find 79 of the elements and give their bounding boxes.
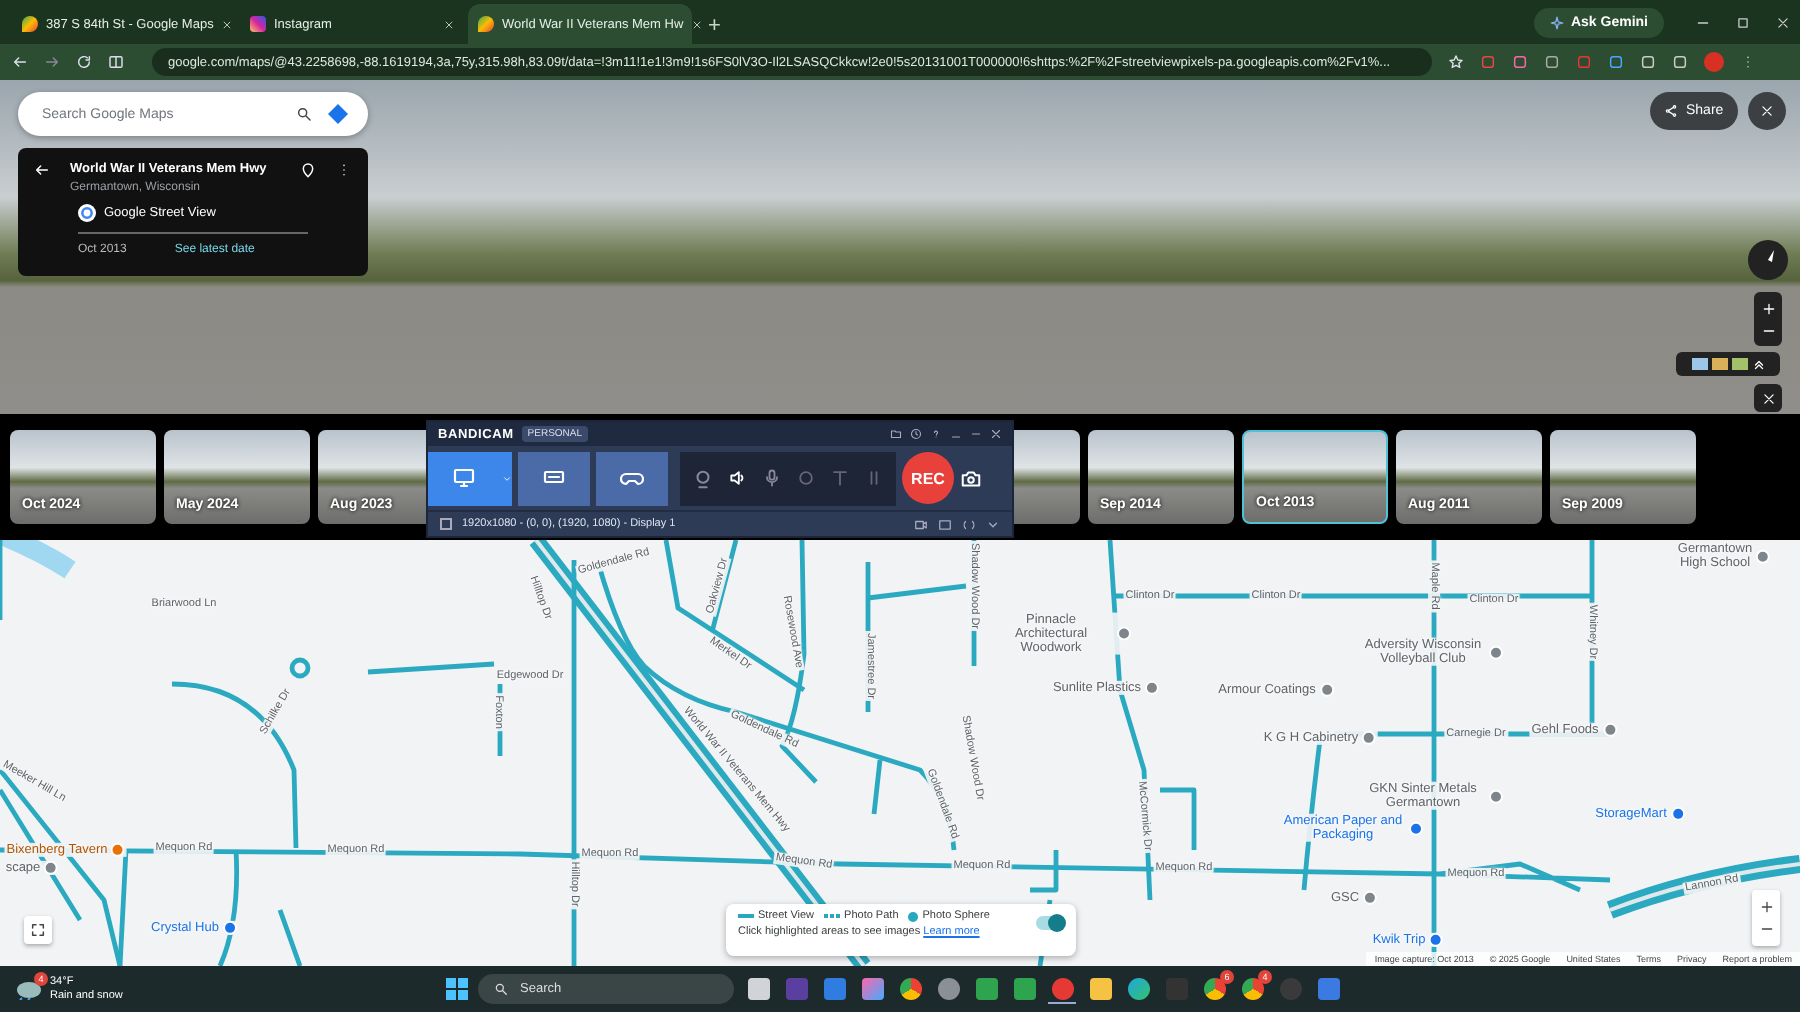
zoom-in-icon (1761, 301, 1775, 315)
caret-icon (501, 473, 511, 483)
back-icon (34, 162, 50, 178)
place-pin-icon[interactable] (1409, 821, 1423, 835)
microphone-icon (762, 468, 782, 488)
close-button[interactable] (1748, 92, 1786, 130)
place-pin-icon[interactable] (1319, 683, 1334, 697)
camera-icon (960, 467, 982, 489)
record-button[interactable]: REC (902, 452, 954, 504)
google-logo-icon (78, 204, 96, 222)
place-pin-icon[interactable] (1362, 731, 1377, 745)
folder-icon (890, 428, 902, 440)
window-icon (938, 517, 952, 531)
star-icon (1448, 54, 1464, 70)
zoom-control[interactable] (1752, 890, 1780, 946)
search-icon (296, 106, 312, 122)
close-icon (1760, 104, 1774, 118)
taskbar-app-icon[interactable] (858, 975, 886, 1003)
x-icon (1775, 15, 1789, 29)
place-pin-icon[interactable] (1363, 891, 1378, 905)
place-pin-icon[interactable] (111, 843, 126, 857)
forward-icon (44, 54, 60, 70)
reload-icon (76, 54, 92, 70)
layer-toggle[interactable] (1036, 916, 1064, 930)
taskbar-app-icon[interactable] (896, 975, 924, 1003)
place-pin-icon[interactable] (1602, 723, 1617, 737)
chevron-down-icon (986, 517, 1000, 531)
close-icon (444, 19, 454, 29)
map-pin-icon (22, 16, 38, 32)
search-icon (494, 982, 508, 996)
imagery-picker[interactable] (1676, 352, 1780, 376)
place-pin-icon[interactable] (1489, 789, 1503, 803)
fullscreen-button[interactable] (24, 916, 52, 944)
text-tool-icon (830, 468, 850, 488)
checkbox[interactable] (440, 518, 452, 530)
sidebar-icon (108, 54, 124, 70)
weather-cloud-icon[interactable] (16, 978, 42, 1000)
place-pin-icon[interactable] (1429, 933, 1444, 947)
speaker-icon (728, 468, 748, 488)
taskbar-app-icon[interactable] (1048, 975, 1076, 1003)
directions-icon[interactable] (328, 104, 348, 124)
zoom-in-icon (1759, 900, 1773, 914)
close-icon (691, 19, 702, 29)
place-pin-icon[interactable] (1756, 549, 1771, 563)
close-icon (221, 19, 232, 29)
sparkle-icon (1550, 16, 1565, 30)
close-icon (990, 428, 1002, 440)
zoom-out-icon (1759, 922, 1773, 936)
square-icon (1735, 15, 1749, 29)
capture-mode-button[interactable] (428, 451, 500, 505)
place-pin-icon[interactable] (1670, 807, 1685, 821)
expand-icon (30, 922, 46, 938)
map-pin-icon (300, 162, 316, 178)
place-pin-icon[interactable] (1145, 681, 1160, 695)
compass-icon[interactable] (1748, 240, 1788, 280)
back-icon (12, 54, 28, 70)
new-tab-button[interactable]: + (708, 14, 721, 38)
place-pin-icon[interactable] (1117, 627, 1131, 641)
taskbar-app-icon[interactable] (1124, 975, 1152, 1003)
taskbar-app-icon[interactable] (972, 975, 1000, 1003)
taskbar-app-icon[interactable] (744, 975, 772, 1003)
taskbar-app-icon[interactable] (1010, 975, 1038, 1003)
taskbar-app-icon[interactable] (934, 975, 962, 1003)
close-icon (1761, 391, 1775, 405)
clock-icon (910, 428, 922, 440)
share-icon (1664, 104, 1678, 118)
place-pin-icon[interactable] (44, 861, 59, 875)
place-pin-icon[interactable] (1489, 645, 1503, 659)
webcam-icon (692, 467, 714, 489)
taskbar-app-icon[interactable] (1086, 975, 1114, 1003)
map-pin-icon (478, 16, 494, 32)
capture-mode-button[interactable] (596, 451, 668, 505)
chevron-up-icon (1751, 357, 1765, 371)
help-icon (930, 428, 942, 440)
monitor-icon (452, 466, 476, 490)
capture-mode-button[interactable] (518, 451, 590, 505)
start-button[interactable] (446, 978, 468, 1000)
video-icon (914, 517, 928, 531)
place-pin-icon[interactable] (222, 921, 237, 935)
